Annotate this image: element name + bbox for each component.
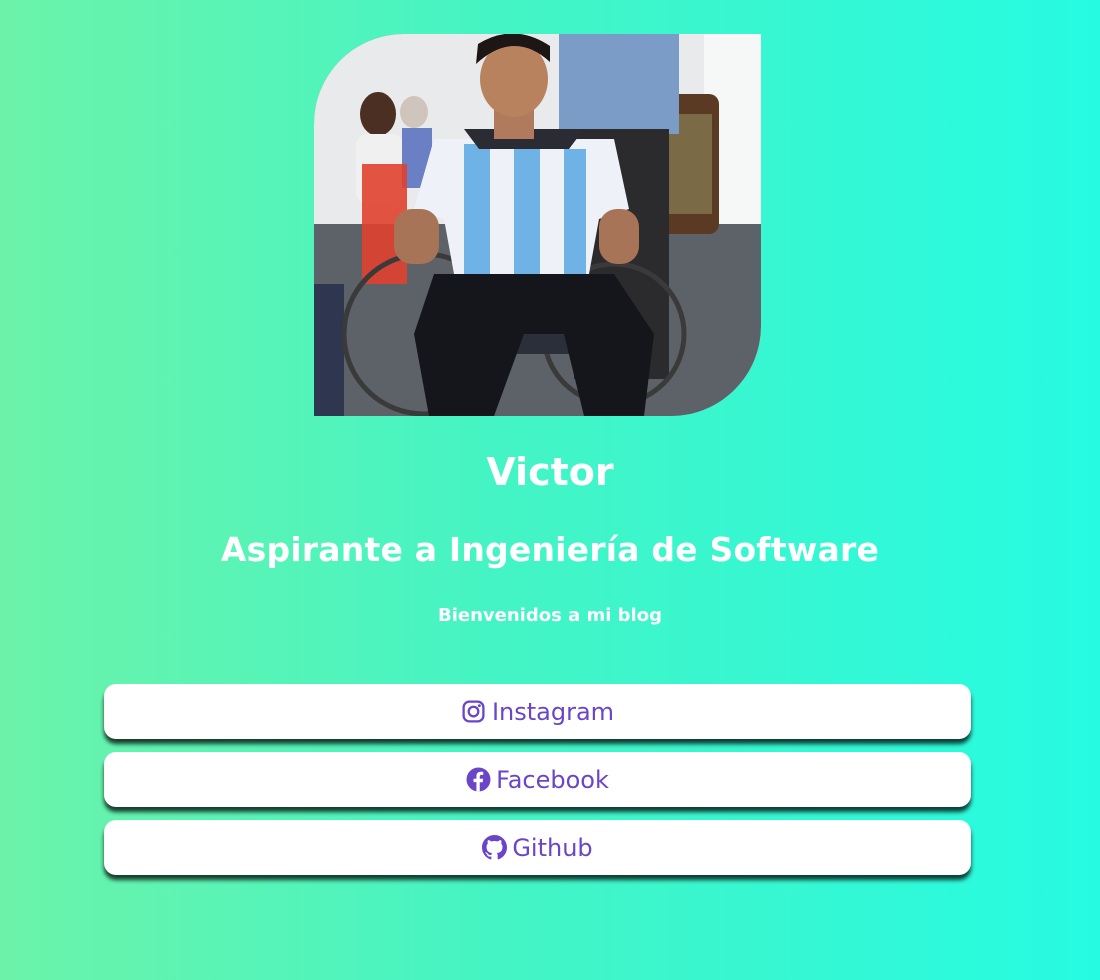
github-icon (482, 835, 508, 860)
instagram-icon (461, 699, 486, 724)
github-link-button[interactable]: Github (104, 820, 971, 875)
profile-name: Victor (486, 450, 614, 494)
facebook-link-label: Facebook (496, 765, 609, 794)
facebook-link-button[interactable]: Facebook (104, 752, 971, 807)
facebook-icon (466, 767, 491, 792)
profile-tagline: Bienvenidos a mi blog (438, 605, 662, 626)
profile-headline: Aspirante a Ingeniería de Software (220, 530, 880, 569)
instagram-link-label: Instagram (491, 697, 615, 726)
github-link-label: Github (512, 833, 593, 862)
profile-photo (314, 34, 761, 416)
instagram-link-button[interactable]: Instagram (104, 684, 971, 739)
social-links: Instagram Facebook Github (104, 684, 971, 888)
